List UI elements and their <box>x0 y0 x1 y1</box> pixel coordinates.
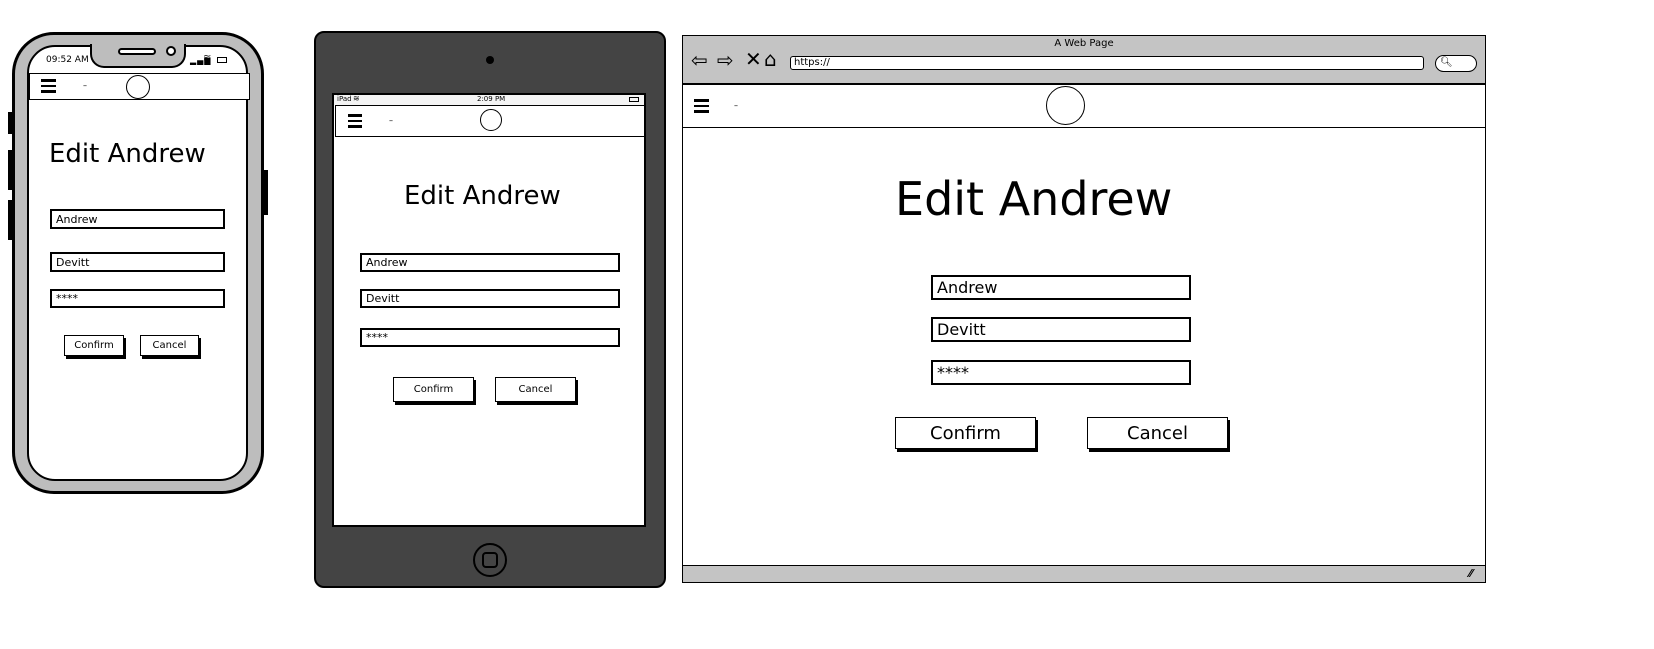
tablet-status-time: 2:09 PM <box>477 95 506 103</box>
last-name-input[interactable]: Devitt <box>931 317 1191 342</box>
page-title: Edit Andrew <box>895 172 1173 226</box>
confirm-button[interactable]: Confirm <box>393 377 474 402</box>
confirm-button[interactable]: Confirm <box>64 335 124 356</box>
first-name-input[interactable]: Andrew <box>931 275 1191 300</box>
tablet-camera <box>486 56 494 64</box>
password-input[interactable]: **** <box>931 360 1191 385</box>
resize-grip-icon[interactable]: ⁄⁄ <box>1469 567 1473 580</box>
url-input[interactable]: https:// <box>790 56 1424 70</box>
tablet-screen <box>332 93 646 527</box>
cancel-button[interactable]: Cancel <box>495 377 576 402</box>
first-name-input[interactable]: Andrew <box>360 253 620 272</box>
logo-circle <box>1046 86 1085 125</box>
cancel-button[interactable]: Cancel <box>1087 417 1228 449</box>
logo-circle <box>126 75 150 99</box>
first-name-input[interactable]: Andrew <box>50 209 225 229</box>
home-square-icon <box>482 552 498 568</box>
phone-volume-up <box>8 150 13 190</box>
wifi-icon: ≋ <box>203 53 212 64</box>
hamburger-menu-icon[interactable] <box>694 99 709 113</box>
battery-icon <box>629 97 639 102</box>
forward-arrow-icon[interactable]: ⇨ <box>717 50 734 70</box>
last-name-input[interactable]: Devitt <box>50 252 225 272</box>
home-icon[interactable]: ⌂ <box>764 49 777 69</box>
browser-window-title: A Web Page <box>1054 38 1114 49</box>
browser-status-bar <box>682 565 1486 583</box>
search-icon: 🔍︎ <box>1440 57 1453 68</box>
phone-mute-switch <box>8 112 13 134</box>
cancel-button[interactable]: Cancel <box>140 335 199 356</box>
tablet-nav-label: – <box>389 116 393 125</box>
back-arrow-icon[interactable]: ⇦ <box>691 50 708 70</box>
confirm-button[interactable]: Confirm <box>895 417 1036 449</box>
page-title: Edit Andrew <box>49 139 206 169</box>
battery-icon <box>217 57 227 63</box>
wifi-icon: ≋ <box>353 94 360 103</box>
phone-camera <box>166 46 176 56</box>
hamburger-menu-icon[interactable] <box>41 79 56 93</box>
close-icon[interactable]: ✕ <box>745 49 762 69</box>
last-name-input[interactable]: Devitt <box>360 289 620 308</box>
browser-nav-label: – <box>734 101 738 110</box>
phone-nav-label: – <box>83 81 87 90</box>
phone-volume-down <box>8 200 13 240</box>
password-input[interactable]: **** <box>360 328 620 347</box>
tablet-status-device: iPad <box>337 95 352 103</box>
search-button[interactable]: 🔍︎ <box>1435 55 1477 72</box>
hamburger-menu-icon[interactable] <box>348 114 362 128</box>
phone-status-time: 09:52 AM <box>46 55 89 65</box>
page-title: Edit Andrew <box>404 181 561 211</box>
logo-circle <box>480 109 502 131</box>
phone-power-button <box>263 170 268 215</box>
phone-speaker <box>118 48 156 55</box>
password-input[interactable]: **** <box>50 289 225 308</box>
